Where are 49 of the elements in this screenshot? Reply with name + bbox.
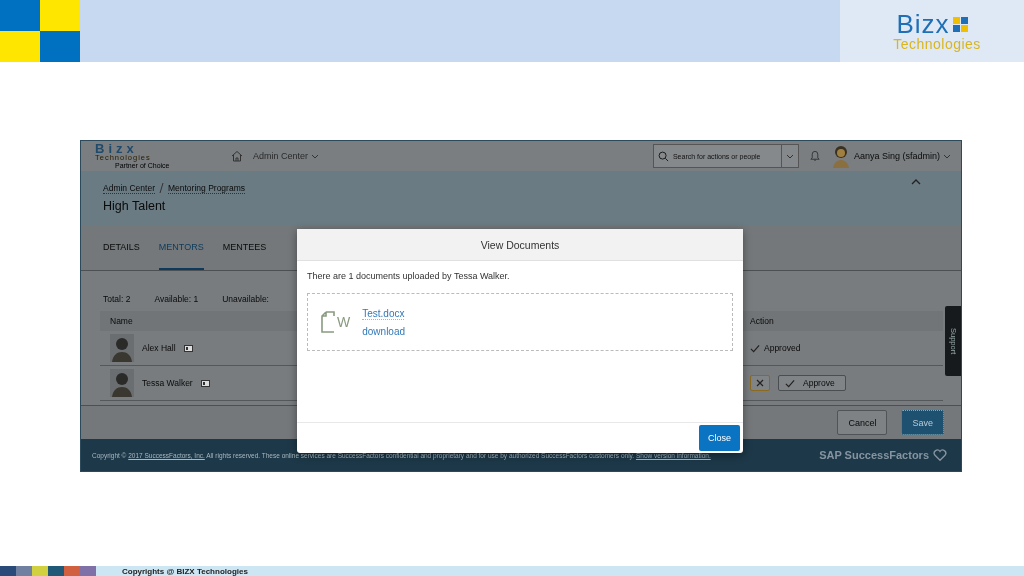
breadcrumb-link[interactable]: Mentoring Programs xyxy=(167,183,245,194)
chevron-down-icon xyxy=(943,153,951,159)
stat-label: Total: 2 xyxy=(103,294,131,304)
chevron-down-icon xyxy=(311,153,320,159)
page-title: High Talent xyxy=(103,199,167,213)
user-menu[interactable]: Aanya Sing (sfadmin) xyxy=(830,144,951,168)
bell-icon[interactable] xyxy=(808,150,821,162)
footer-text: Copyrights @ BIZX Technologies xyxy=(122,566,248,576)
person-name: Tessa Walker xyxy=(142,378,193,388)
brand-name: SAP SuccessFactors xyxy=(819,449,929,461)
dialog-message: There are 1 documents uploaded by Tessa Walker. xyxy=(307,271,511,281)
heart-icon xyxy=(933,448,947,462)
reject-button[interactable] xyxy=(750,375,770,391)
stat-label: Unavailable: xyxy=(222,294,269,304)
file-link[interactable]: Test.docx xyxy=(362,307,405,320)
close-icon xyxy=(756,379,764,387)
breadcrumb-separator-icon xyxy=(158,183,164,193)
collapse-icon[interactable] xyxy=(911,179,921,185)
logo-tagline: Technologies xyxy=(893,37,981,51)
stat-label: Available: 1 xyxy=(154,294,199,304)
dialog-title: View Documents xyxy=(480,238,560,251)
logo-squares-icon xyxy=(952,16,968,32)
profile-card-icon[interactable] xyxy=(183,344,193,352)
cancel-button[interactable]: Cancel xyxy=(837,410,888,435)
breadcrumb-link[interactable]: Admin Center xyxy=(103,183,155,194)
logo-name: Bizx xyxy=(896,11,950,37)
avatar xyxy=(110,334,134,362)
chevron-down-icon xyxy=(785,153,794,159)
profile-card-icon[interactable] xyxy=(200,379,210,387)
avatar xyxy=(830,144,851,168)
tab[interactable]: MENTEES xyxy=(222,226,267,270)
approve-button[interactable]: Approve xyxy=(778,375,846,391)
check-icon xyxy=(785,378,795,388)
column-header: Action xyxy=(750,316,774,326)
person-name: Alex Hall xyxy=(142,343,176,353)
download-link[interactable]: download xyxy=(362,325,406,337)
tab[interactable]: DETAILS xyxy=(103,226,140,270)
avatar xyxy=(110,369,134,397)
admin-center-menu[interactable]: Admin Center xyxy=(253,151,320,161)
status-text: Approved xyxy=(764,343,801,353)
logo-name: Bizx xyxy=(95,142,138,156)
home-icon[interactable] xyxy=(231,150,243,162)
close-button[interactable]: Close xyxy=(699,425,740,451)
save-button[interactable]: Save xyxy=(901,410,944,435)
check-icon xyxy=(750,343,760,353)
column-header: Name xyxy=(110,316,133,326)
menu-label: Admin Center xyxy=(253,151,309,161)
user-name: Aanya Sing (sfadmin) xyxy=(853,151,940,161)
search-icon xyxy=(657,150,669,162)
